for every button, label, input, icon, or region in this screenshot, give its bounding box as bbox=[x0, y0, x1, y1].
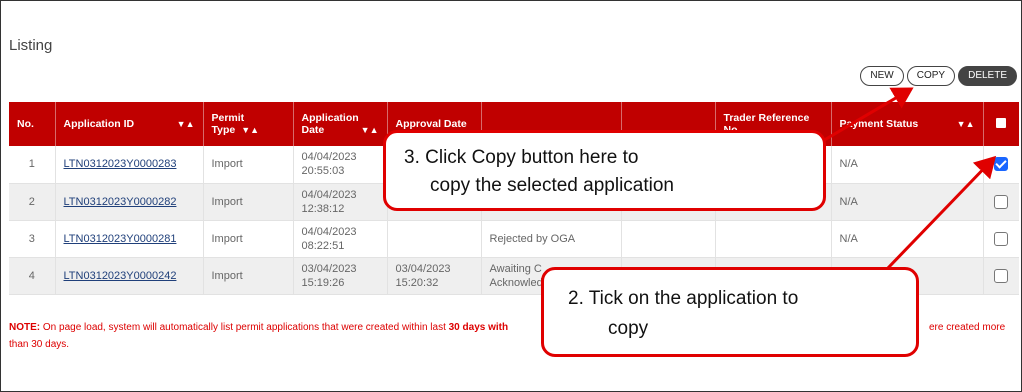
copy-instruction-line2: copy the selected application bbox=[430, 175, 674, 196]
arrow-to-copy-button bbox=[820, 87, 914, 144]
arrow-to-row-checkbox bbox=[885, 155, 997, 271]
tick-instruction-line2: copy bbox=[608, 318, 649, 339]
tick-instruction-callout: 2. Tick on the application to copy bbox=[541, 267, 919, 357]
copy-instruction-callout: 3. Click Copy button here to copy the se… bbox=[383, 130, 826, 211]
tick-instruction-line1: 2. Tick on the application to bbox=[568, 288, 799, 309]
listing-panel: Listing NEW COPY DELETE No. Application … bbox=[0, 0, 1022, 392]
copy-instruction-line1: 3. Click Copy button here to bbox=[404, 147, 639, 168]
